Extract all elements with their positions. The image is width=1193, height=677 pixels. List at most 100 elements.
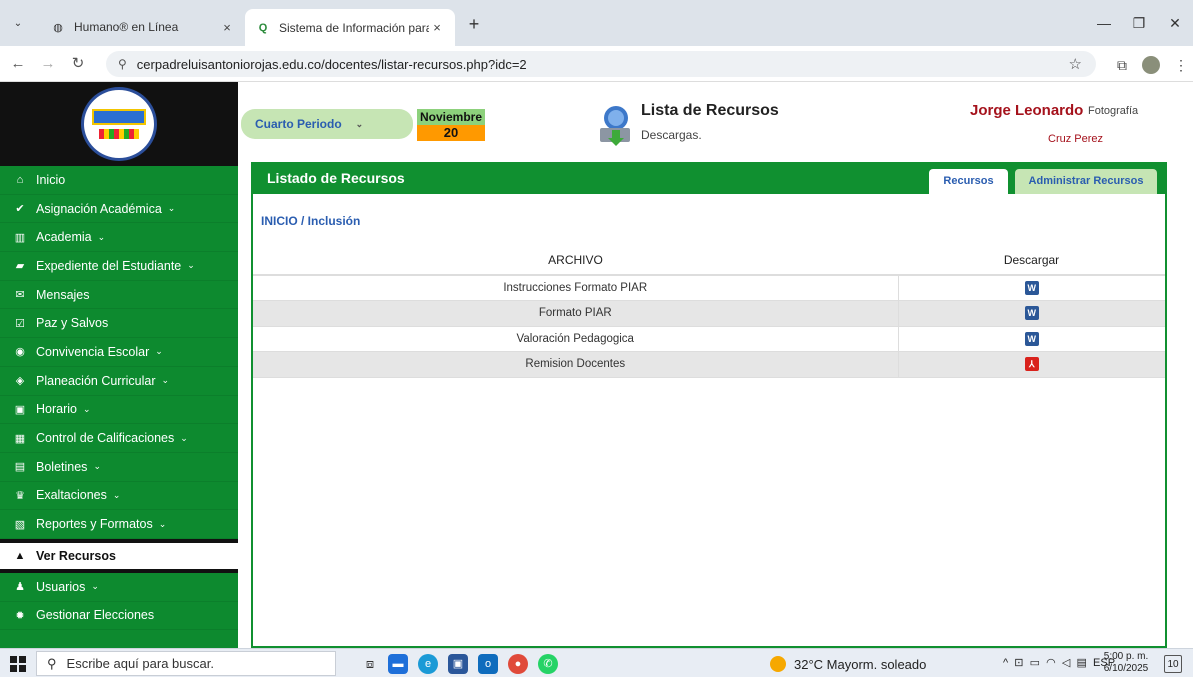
sun-icon	[770, 656, 786, 672]
browser-tab-sistema[interactable]: Q Sistema de Información para C ×	[245, 9, 455, 46]
sidebar-item-label: Academia	[36, 230, 92, 245]
site-info-icon[interactable]: ⚲	[118, 57, 127, 71]
taskbar-search-input[interactable]: ⚲ Escribe aquí para buscar.	[36, 651, 336, 676]
task-view-icon[interactable]: ⧈	[360, 654, 380, 674]
check-icon: ✔	[15, 203, 25, 216]
tab-label: Humano® en Línea	[74, 20, 179, 34]
window-close-icon[interactable]: ✕	[1160, 12, 1190, 34]
sidebar-item-horario[interactable]: ▣ Horario ⌄	[0, 396, 238, 425]
table-header-row: ARCHIVO Descargar	[253, 245, 1165, 276]
panel-header: Listado de Recursos Recursos Administrar…	[253, 162, 1165, 194]
school-logo	[81, 87, 157, 161]
sidebar-item-label: Horario	[36, 402, 77, 417]
chevron-down-icon: ⌄	[155, 346, 163, 357]
system-tray[interactable]: ^ ⊡ ▭ ◠ ◁ ▤ ESP	[1003, 656, 1115, 669]
whatsapp-icon[interactable]: ✆	[538, 654, 558, 674]
calendar-icon: ▦	[14, 432, 26, 445]
download-cell: W	[897, 275, 1165, 301]
word-download-icon[interactable]: W	[1024, 331, 1039, 346]
chevron-down-icon: ⌄	[93, 461, 101, 472]
chevron-down-icon: ⌄	[161, 375, 170, 386]
sidebar-item-reportes-y-formatos[interactable]: ▧ Reportes y Formatos ⌄	[0, 510, 238, 539]
volume-icon[interactable]: ◁	[1062, 657, 1070, 669]
browser-menu-icon[interactable]: ⋮	[1170, 54, 1192, 76]
sidebar-item-mensajes[interactable]: ✉ Mensajes	[0, 281, 238, 310]
new-tab-button[interactable]: +	[463, 14, 485, 36]
taskbar-clock[interactable]: 5:00 p. m. 6/10/2025	[1102, 651, 1150, 675]
trophy-icon: ♛	[15, 489, 25, 502]
file-name-cell: Instrucciones Formato PIAR	[253, 275, 898, 301]
tab-label: Sistema de Información para C	[279, 20, 429, 35]
shield-icon: ◈	[15, 375, 25, 388]
url-text: cerpadreluisantoniorojas.edu.co/docentes…	[136, 56, 527, 72]
sidebar-item-expediente-del-estudiante[interactable]: ▰ Expediente del Estudiante ⌄	[0, 252, 238, 281]
chevron-down-icon: ⌄	[180, 432, 188, 443]
download-cell: W	[897, 300, 1165, 327]
search-icon: ⚲	[47, 655, 57, 671]
keyboard-icon[interactable]: ▤	[1077, 657, 1087, 669]
file-explorer-icon[interactable]: ▬	[388, 654, 408, 674]
file-name-cell: Remision Docentes	[253, 351, 898, 378]
sidebar-item-convivencia-escolar[interactable]: ◉ Convivencia Escolar ⌄	[0, 338, 238, 367]
sidebar-item-asignación-académica[interactable]: ✔ Asignación Académica ⌄	[0, 195, 238, 224]
browser-tab-humano[interactable]: ◍ Humano® en Línea ×	[40, 12, 245, 42]
address-bar-row: ← → ↻ ⚲ cerpadreluisantoniorojas.edu.co/…	[0, 46, 1193, 82]
eye-icon: ◉	[15, 346, 25, 359]
sidebar-item-planeación-curricular[interactable]: ◈ Planeación Curricular ⌄	[0, 367, 238, 396]
store-icon[interactable]: ▣	[448, 654, 468, 674]
minimize-icon[interactable]: —	[1089, 12, 1119, 34]
extensions-icon[interactable]: ⧉	[1111, 54, 1133, 76]
sidebar-item-label: Boletines	[36, 459, 88, 474]
tab-resources[interactable]: Recursos	[929, 169, 1008, 194]
report-icon: ▧	[14, 518, 26, 531]
tab-search-chevron-icon[interactable]: ⌄	[8, 14, 28, 34]
chrome-icon[interactable]: ●	[508, 654, 528, 674]
url-field[interactable]: ⚲ cerpadreluisantoniorojas.edu.co/docent…	[106, 51, 1096, 77]
tab-close-button[interactable]: ×	[429, 20, 445, 35]
sidebar-item-exaltaciones[interactable]: ♛ Exaltaciones ⌄	[0, 482, 238, 511]
sidebar-item-inicio[interactable]: ⌂ Inicio	[0, 166, 238, 195]
panel-title: Listado de Recursos	[267, 170, 405, 186]
photo-link[interactable]: Fotografía	[1088, 105, 1138, 117]
windows-taskbar: ⚲ Escribe aquí para buscar. ⧈ ▬ e ▣ o ● …	[0, 648, 1193, 677]
tray-chevron-icon[interactable]: ^	[1003, 657, 1008, 669]
tab-admin-resources[interactable]: Administrar Recursos	[1015, 169, 1157, 194]
notification-center-icon[interactable]: 10	[1164, 655, 1182, 673]
sidebar-item-paz-y-salvos[interactable]: ☑ Paz y Salvos	[0, 309, 238, 339]
restore-icon[interactable]: ❐	[1124, 12, 1154, 34]
reload-icon[interactable]: ↻	[68, 54, 88, 74]
column-header-file: ARCHIVO	[253, 245, 898, 276]
search-placeholder: Escribe aquí para buscar.	[66, 656, 214, 671]
resources-panel: Listado de Recursos Recursos Administrar…	[251, 162, 1167, 648]
envelope-icon: ✉	[15, 289, 25, 302]
bookmark-star-icon[interactable]: ☆	[1069, 55, 1082, 73]
pdf-download-icon[interactable]: ⅄	[1024, 357, 1039, 372]
back-arrow-icon[interactable]: ←	[8, 54, 28, 74]
breadcrumb[interactable]: INICIO / Inclusión	[261, 214, 360, 228]
sidebar-item-boletines[interactable]: ▤ Boletines ⌄	[0, 453, 238, 482]
tray-app-icon[interactable]: ⊡	[1014, 657, 1023, 669]
word-download-icon[interactable]: W	[1024, 281, 1039, 295]
browser-tab-bar: ⌄ ◍ Humano® en Línea × Q Sistema de Info…	[0, 0, 1193, 46]
period-selector[interactable]: Cuarto Periodo ⌄	[241, 109, 413, 139]
sidebar-item-academia[interactable]: ▥ Academia ⌄	[0, 223, 238, 253]
edge-icon[interactable]: e	[418, 654, 438, 674]
windows-start-icon[interactable]	[10, 656, 26, 672]
wifi-icon[interactable]: ◠	[1046, 657, 1056, 669]
sidebar: ⌂ Inicio ✔ Asignación Académica ⌄ ▥ Academia ⌄ ▰…	[0, 82, 238, 648]
sidebar-item-control-de-calificaciones[interactable]: ▦ Control de Calificaciones ⌄	[0, 424, 238, 453]
weather-widget[interactable]: 32°C Mayorm. soleado	[770, 656, 926, 672]
chevron-down-icon: ⌄	[91, 581, 99, 592]
outlook-icon[interactable]: o	[478, 654, 498, 674]
forward-arrow-icon[interactable]: →	[38, 54, 58, 74]
clock-time: 5:00 p. m.	[1103, 651, 1149, 662]
sidebar-item-gestionar-elecciones[interactable]: ✹ Gestionar Elecciones	[0, 602, 238, 631]
sidebar-item-ver-recursos[interactable]: ▲ Ver Recursos	[0, 538, 238, 573]
page-subtitle: Descargas.	[641, 128, 702, 142]
tray-battery-icon[interactable]: ▭	[1030, 657, 1040, 669]
word-download-icon[interactable]: W	[1024, 306, 1039, 321]
profile-avatar-icon[interactable]	[1140, 54, 1162, 76]
institution-icon: ▥	[14, 231, 26, 244]
tab-close-button[interactable]: ×	[219, 20, 235, 35]
sidebar-item-usuarios[interactable]: ♟ Usuarios ⌄	[0, 573, 238, 602]
